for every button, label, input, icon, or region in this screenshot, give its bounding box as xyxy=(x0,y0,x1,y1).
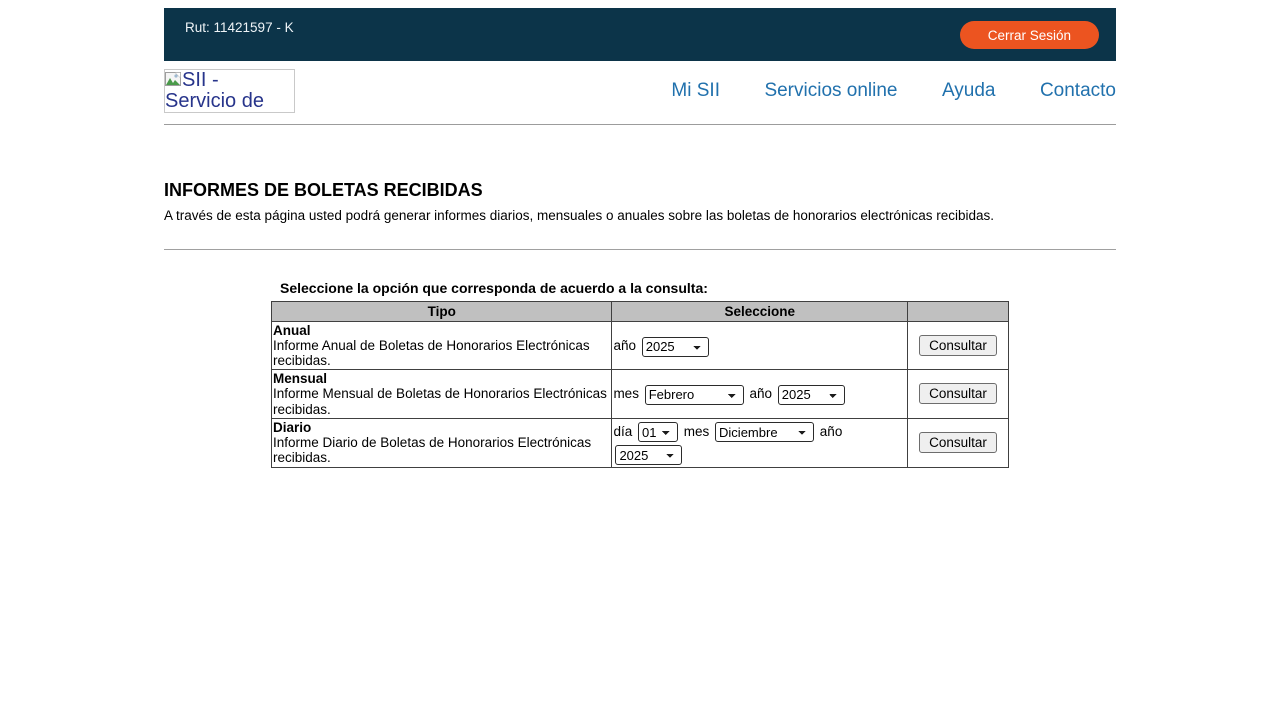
diario-month-select[interactable]: Diciembre xyxy=(715,422,814,442)
main-nav: Mi SII Servicios online Ayuda Contacto xyxy=(671,80,1116,102)
page-title: INFORMES DE BOLETAS RECIBIDAS xyxy=(164,180,1116,201)
diario-select-cell: día 01 mes Diciembre año 2025 xyxy=(612,418,908,467)
consultar-diario-button[interactable]: Consultar xyxy=(919,432,997,453)
diario-day-select[interactable]: 01 xyxy=(638,422,678,442)
nav-servicios-online[interactable]: Servicios online xyxy=(764,80,897,101)
reports-table: Tipo Seleccione Anual Informe Anual de B… xyxy=(271,301,1009,468)
row-title: Anual xyxy=(273,323,610,338)
mensual-month-label: mes xyxy=(613,386,639,401)
page: Rut: 11421597 - K Cerrar Sesión SII - Se… xyxy=(164,8,1116,468)
mensual-type-cell: Mensual Informe Mensual de Boletas de Ho… xyxy=(272,370,612,418)
diario-year-label: año xyxy=(820,424,843,439)
table-row-mensual: Mensual Informe Mensual de Boletas de Ho… xyxy=(272,370,1009,418)
mensual-month-select[interactable]: Febrero xyxy=(645,385,744,405)
row-title: Mensual xyxy=(273,371,610,386)
diario-month-label: mes xyxy=(684,424,710,439)
consult-section: Seleccione la opción que corresponda de … xyxy=(271,280,1116,468)
consultar-mensual-button[interactable]: Consultar xyxy=(919,383,997,404)
mensual-select-cell: mes Febrero año 2025 xyxy=(612,370,908,418)
row-description: Informe Diario de Boletas de Honorarios … xyxy=(273,435,610,465)
broken-image-icon xyxy=(165,72,181,88)
logout-button[interactable]: Cerrar Sesión xyxy=(960,21,1099,49)
mensual-action-cell: Consultar xyxy=(908,370,1009,418)
row-description: Informe Anual de Boletas de Honorarios E… xyxy=(273,338,610,368)
col-header-seleccione: Seleccione xyxy=(612,302,908,322)
col-header-action xyxy=(908,302,1009,322)
sii-logo-broken-image[interactable]: SII - Servicio de xyxy=(164,69,295,113)
diario-day-label: día xyxy=(613,424,632,439)
rut-label: Rut: 11421597 - K xyxy=(185,20,294,35)
nav-mi-sii[interactable]: Mi SII xyxy=(671,80,720,101)
topbar: Rut: 11421597 - K Cerrar Sesión xyxy=(164,8,1116,61)
table-row-diario: Diario Informe Diario de Boletas de Hono… xyxy=(272,418,1009,467)
table-prompt: Seleccione la opción que corresponda de … xyxy=(280,280,1116,296)
col-header-tipo: Tipo xyxy=(272,302,612,322)
anual-select-cell: año 2025 xyxy=(612,322,908,370)
nav-ayuda[interactable]: Ayuda xyxy=(942,80,996,101)
row-title: Diario xyxy=(273,420,610,435)
anual-type-cell: Anual Informe Anual de Boletas de Honora… xyxy=(272,322,612,370)
diario-action-cell: Consultar xyxy=(908,418,1009,467)
site-header: SII - Servicio de Mi SII Servicios onlin… xyxy=(164,61,1116,125)
row-description: Informe Mensual de Boletas de Honorarios… xyxy=(273,386,610,416)
table-header-row: Tipo Seleccione xyxy=(272,302,1009,322)
consultar-anual-button[interactable]: Consultar xyxy=(919,335,997,356)
mensual-year-select[interactable]: 2025 xyxy=(778,385,845,405)
diario-year-select[interactable]: 2025 xyxy=(615,445,682,465)
nav-contacto[interactable]: Contacto xyxy=(1040,80,1116,101)
anual-year-label: año xyxy=(613,338,636,353)
page-description: A través de esta página usted podrá gene… xyxy=(164,208,1116,223)
anual-year-select[interactable]: 2025 xyxy=(642,337,709,357)
divider xyxy=(164,249,1116,250)
anual-action-cell: Consultar xyxy=(908,322,1009,370)
table-row-anual: Anual Informe Anual de Boletas de Honora… xyxy=(272,322,1009,370)
mensual-year-label: año xyxy=(749,386,772,401)
diario-type-cell: Diario Informe Diario de Boletas de Hono… xyxy=(272,418,612,467)
